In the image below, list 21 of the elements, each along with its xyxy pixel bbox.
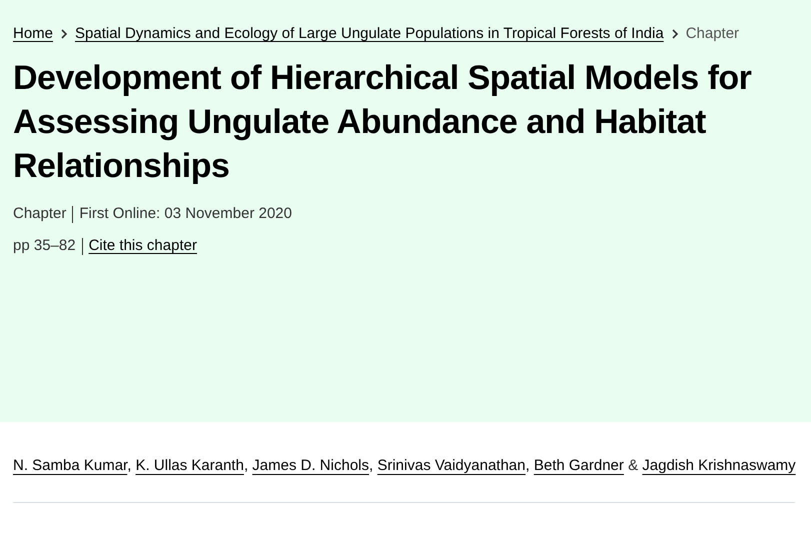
author-separator: &: [628, 457, 638, 474]
meta-text: First Online: 03 November 2020: [79, 204, 292, 224]
author-link[interactable]: James D. Nichols: [252, 457, 369, 474]
chevron-right-icon: [670, 29, 680, 39]
chevron-right-icon: [59, 29, 70, 39]
author-link[interactable]: N. Samba Kumar: [13, 457, 128, 474]
breadcrumb-link[interactable]: Home: [13, 22, 54, 46]
author-separator: ,: [369, 457, 374, 474]
author-separator: ,: [526, 457, 530, 474]
breadcrumb-current: Chapter: [686, 24, 740, 44]
chapter-title: Development of Hierarchical Spatial Models for Assessing Ungulate Abundance and Habitat Relationships: [13, 58, 752, 187]
cite-link[interactable]: Cite this chapter: [88, 234, 197, 258]
author-separator: ,: [127, 457, 132, 474]
meta-text: Chapter: [13, 204, 66, 224]
author-link[interactable]: Beth Gardner: [534, 457, 624, 474]
author-link[interactable]: Srinivas Vaidyanathan: [377, 457, 526, 474]
breadcrumb-link[interactable]: Spatial Dynamics and Ecology of Large Ungulate Populations in Tropical Forests of India: [75, 22, 664, 46]
author-separator: ,: [244, 457, 248, 474]
author-link[interactable]: Jagdish Krishnaswamy: [642, 457, 796, 474]
author-link[interactable]: K. Ullas Karanth: [136, 457, 244, 474]
meta-text: pp 35–82: [13, 236, 76, 256]
